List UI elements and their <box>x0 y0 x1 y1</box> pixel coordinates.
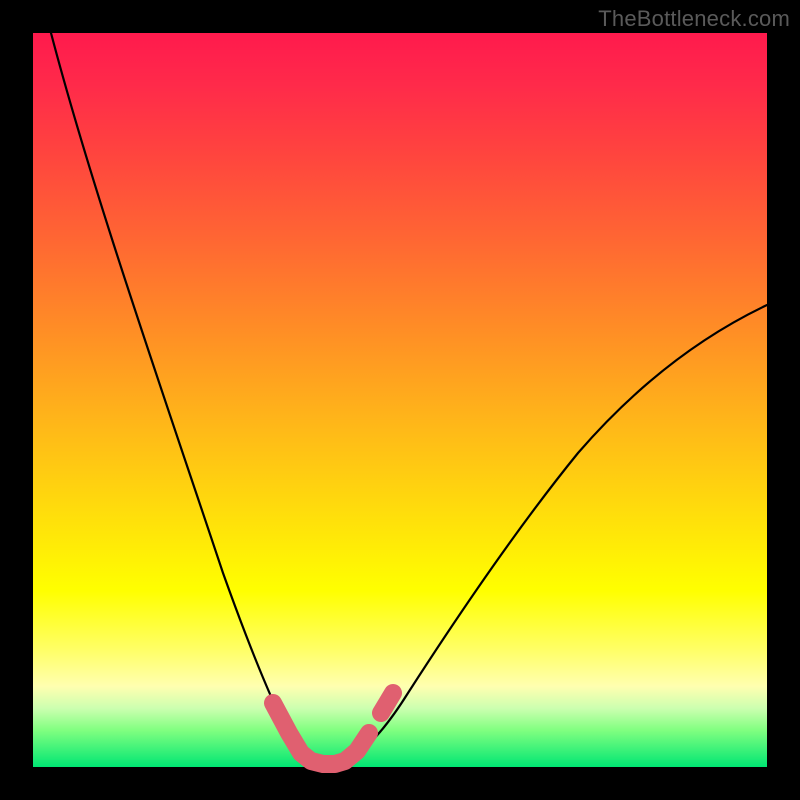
optimal-range-notch <box>381 693 393 713</box>
curve-layer <box>33 33 767 767</box>
curve-left <box>51 33 311 761</box>
optimal-range-highlight <box>273 703 369 764</box>
chart-canvas: TheBottleneck.com <box>0 0 800 800</box>
curve-right <box>345 305 767 761</box>
watermark-text: TheBottleneck.com <box>598 6 790 32</box>
